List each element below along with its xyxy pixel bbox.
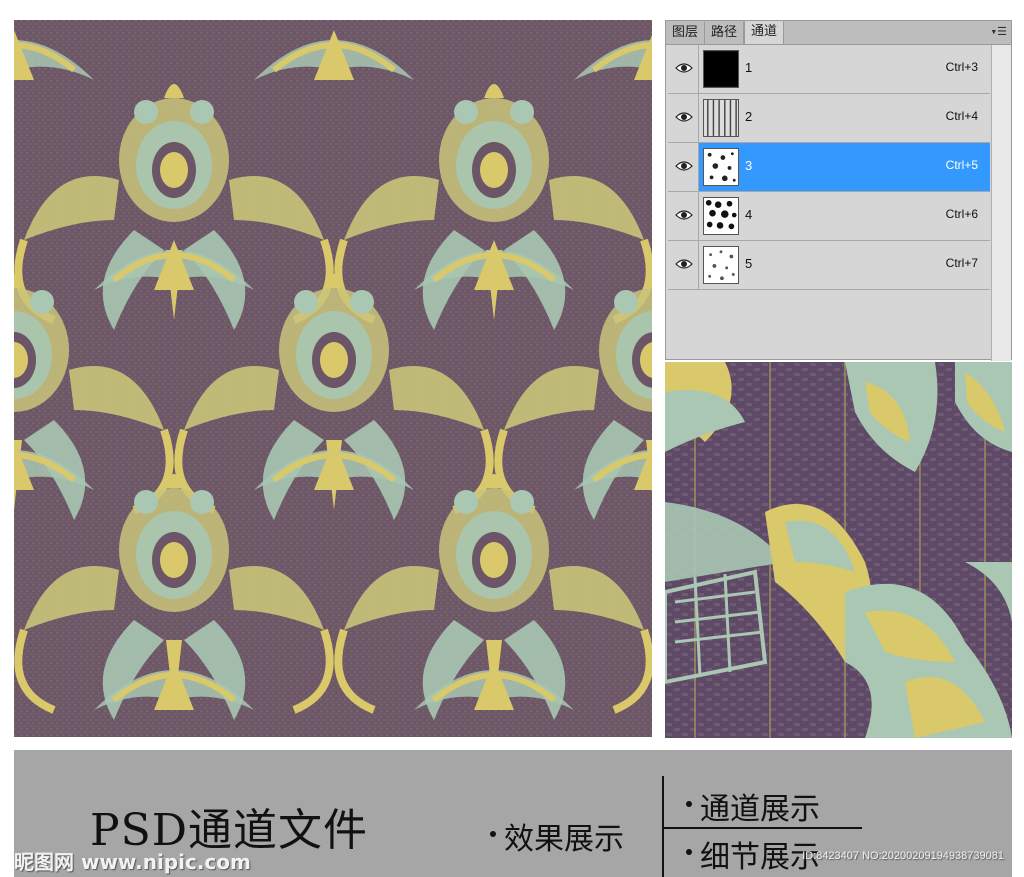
- footer-banner: PSD通道文件 效果展示 通道展示 细节展示 昵图网 www.nipic.com…: [14, 750, 1012, 877]
- tab-paths[interactable]: 路径: [705, 22, 745, 44]
- watermark-site: 昵图网 www.nipic.com: [14, 850, 251, 874]
- eye-icon: [675, 259, 693, 269]
- channel-shortcut: Ctrl+5: [945, 158, 978, 172]
- channel-row-3[interactable]: 3 Ctrl+5: [668, 143, 990, 192]
- channel-name: 3: [745, 158, 753, 173]
- channel-name: 2: [745, 109, 753, 124]
- visibility-toggle[interactable]: [668, 45, 699, 93]
- eye-icon: [675, 210, 693, 220]
- channel-name: 4: [745, 207, 753, 222]
- channel-name: 1: [745, 60, 753, 75]
- channel-name: 5: [745, 256, 753, 271]
- channel-label: 通道展示: [686, 784, 820, 828]
- channel-row-5[interactable]: 5 Ctrl+7: [668, 241, 990, 290]
- eye-icon: [675, 161, 693, 171]
- visibility-toggle[interactable]: [668, 192, 699, 240]
- detail-label: 细节展示: [686, 832, 820, 876]
- visibility-toggle[interactable]: [668, 94, 699, 142]
- panel-menu-icon[interactable]: ▾☰: [991, 25, 1007, 38]
- channels-panel: 图层 路径 通道 ▾☰ 1 Ctrl+3 2 Ctrl+4 3 Ctrl+5 4…: [665, 20, 1012, 361]
- channel-row-4[interactable]: 4 Ctrl+6: [668, 192, 990, 241]
- visibility-toggle[interactable]: [668, 143, 699, 191]
- detail-pattern-image: [665, 362, 1012, 738]
- channel-thumbnail: [703, 148, 739, 186]
- panel-tab-bar: 图层 路径 通道 ▾☰: [666, 20, 1011, 45]
- channel-thumbnail: [703, 246, 739, 284]
- bullet-icon: [686, 848, 692, 855]
- bullet-icon: [490, 830, 496, 837]
- effect-label: 效果展示: [490, 814, 624, 858]
- channel-list: 1 Ctrl+3 2 Ctrl+4 3 Ctrl+5 4 Ctrl+6 5 Ct…: [666, 45, 1011, 361]
- channel-thumbnail: [703, 50, 739, 88]
- channel-row-2[interactable]: 2 Ctrl+4: [668, 94, 990, 143]
- channel-shortcut: Ctrl+3: [945, 60, 978, 74]
- channel-thumbnail: [703, 197, 739, 235]
- tab-channels[interactable]: 通道: [744, 20, 785, 44]
- eye-icon: [675, 112, 693, 122]
- watermark-id: ID:8423407 NO:20200209194938739081: [802, 850, 1004, 862]
- channel-thumbnail: [703, 99, 739, 137]
- eye-icon: [675, 63, 693, 73]
- channel-shortcut: Ctrl+4: [945, 109, 978, 123]
- panel-scrollbar[interactable]: [991, 45, 1011, 361]
- visibility-toggle[interactable]: [668, 241, 699, 289]
- main-pattern-image: [14, 20, 652, 737]
- channel-shortcut: Ctrl+7: [945, 256, 978, 270]
- tab-layers[interactable]: 图层: [666, 22, 706, 44]
- channel-shortcut: Ctrl+6: [945, 207, 978, 221]
- bullet-icon: [686, 800, 692, 807]
- channel-row-1[interactable]: 1 Ctrl+3: [668, 45, 990, 94]
